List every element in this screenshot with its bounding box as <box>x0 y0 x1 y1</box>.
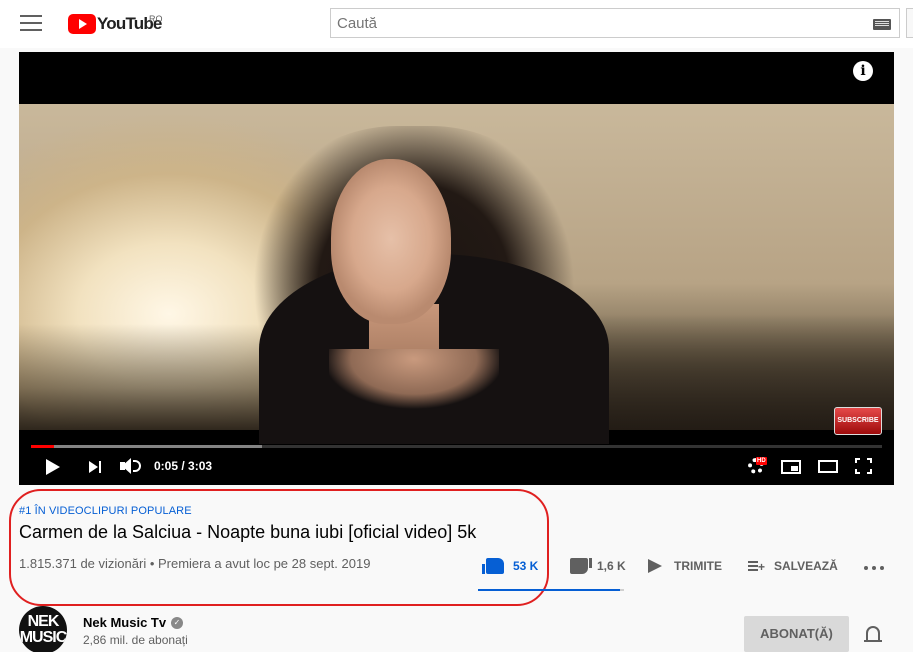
subject-face <box>331 159 451 324</box>
fs-corner-bl <box>855 469 860 474</box>
video-frame[interactable] <box>19 104 894 444</box>
bell-icon[interactable] <box>864 626 882 642</box>
fs-corner-br <box>867 469 872 474</box>
volume-icon[interactable] <box>120 457 142 475</box>
video-title: Carmen de la Salciua - Noapte buna iubi … <box>19 522 477 542</box>
like-icon <box>482 558 504 574</box>
background-trees <box>19 324 269 430</box>
search-input[interactable] <box>337 15 857 32</box>
like-ratio-fill <box>478 589 620 591</box>
more-dot <box>864 566 868 570</box>
subscribe-button[interactable]: ABONAT(Ă) <box>744 616 849 652</box>
hd-badge: HD <box>756 457 767 465</box>
subscribe-overlay-button[interactable]: SUBSCRIBE <box>834 407 882 435</box>
fs-corner-tr <box>867 458 872 463</box>
share-icon <box>648 559 662 573</box>
share-button[interactable]: TRIMITE <box>648 556 722 576</box>
view-count-date: 1.815.371 de vizionări • Premiera a avut… <box>19 556 371 571</box>
top-header: YouTube RO <box>0 0 913 48</box>
dislike-icon <box>570 558 592 574</box>
dislike-count: 1,6 K <box>597 559 626 573</box>
like-dislike-ratio-bar <box>478 589 624 591</box>
avatar[interactable]: NEK MUSIC <box>19 606 67 652</box>
dislike-button[interactable]: 1,6 K <box>570 556 626 576</box>
like-count: 53 K <box>513 559 539 573</box>
progress-buffered <box>31 445 263 448</box>
menu-icon[interactable] <box>20 15 42 33</box>
youtube-play-logo-icon <box>68 14 96 34</box>
play-icon[interactable] <box>46 459 60 475</box>
search-box[interactable] <box>330 8 900 38</box>
region-code: RO <box>149 14 163 24</box>
time-display: 0:05 / 3:03 <box>154 459 213 473</box>
subscriber-count: 2,86 mil. de abonați <box>83 633 188 647</box>
theater-icon[interactable] <box>818 460 838 473</box>
save-button[interactable]: SALVEAZĂ <box>748 556 838 576</box>
progress-bar[interactable] <box>31 445 882 448</box>
keyboard-icon[interactable] <box>873 19 891 30</box>
search-button[interactable] <box>906 8 913 38</box>
save-label: SALVEAZĂ <box>774 559 838 573</box>
fs-corner-tl <box>855 458 860 463</box>
subject-chest <box>329 349 499 429</box>
verified-icon: ✓ <box>171 617 183 629</box>
more-dot <box>880 566 884 570</box>
info-icon[interactable]: i <box>853 61 873 81</box>
miniplayer-icon[interactable] <box>781 460 801 474</box>
channel-name[interactable]: Nek Music Tv <box>83 615 166 630</box>
like-button[interactable]: 53 K <box>482 556 539 576</box>
progress-played <box>31 445 54 448</box>
more-icon[interactable] <box>864 566 884 570</box>
next-icon[interactable] <box>89 461 103 473</box>
more-dot <box>872 566 876 570</box>
volume-wave <box>133 460 141 472</box>
trending-badge-link[interactable]: #1 ÎN VIDEOCLIPURI POPULARE <box>19 505 192 517</box>
youtube-logo[interactable]: YouTube <box>68 12 162 36</box>
share-label: TRIMITE <box>674 559 722 573</box>
fullscreen-icon[interactable] <box>855 458 872 474</box>
save-icon <box>748 560 765 573</box>
video-player[interactable]: i SUBSCRIBE 0:05 / 3:03 HD <box>19 52 894 485</box>
